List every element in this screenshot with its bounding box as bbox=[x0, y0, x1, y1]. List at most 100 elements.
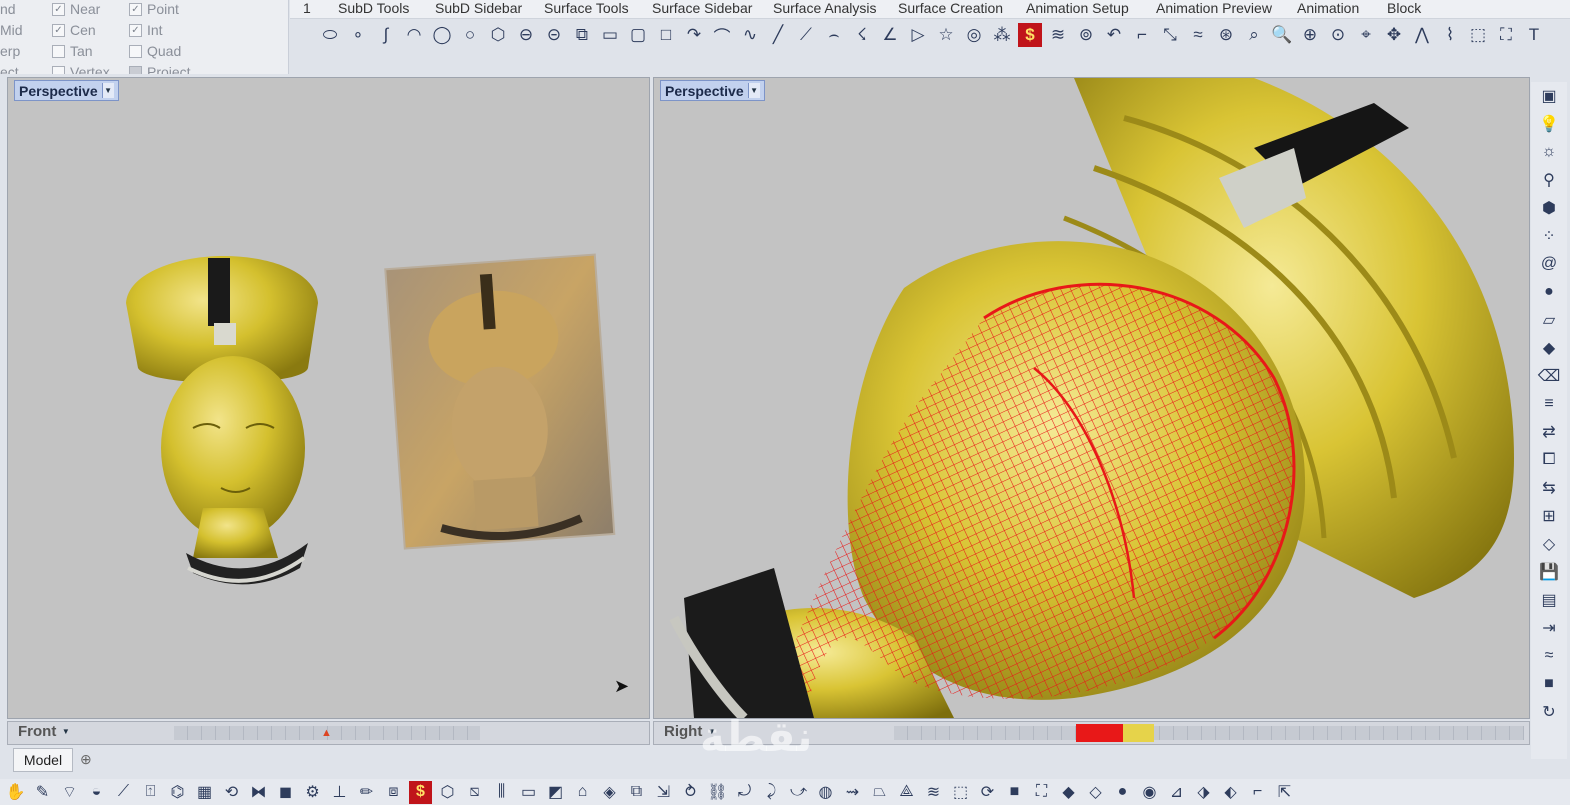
square-blue-icon[interactable]: ◼ bbox=[274, 781, 297, 804]
box-yellow-icon[interactable]: ◆ bbox=[1537, 336, 1561, 359]
checkbox-icon[interactable]: ✓ bbox=[129, 23, 142, 37]
rect-icon[interactable]: ▭ bbox=[517, 781, 540, 804]
twist-icon[interactable]: ⤾ bbox=[733, 781, 756, 804]
offset-icon[interactable]: ⇱ bbox=[1273, 781, 1296, 804]
osnap-tan[interactable]: Tan bbox=[52, 43, 93, 59]
surface-icon[interactable]: ◇ bbox=[1537, 532, 1561, 555]
hatch-icon[interactable]: ≋ bbox=[1046, 23, 1070, 47]
tab-animation[interactable]: Animation bbox=[1297, 0, 1359, 17]
osnap-knot[interactable]: ect bbox=[0, 64, 19, 74]
flow-icon[interactable]: ⇝ bbox=[841, 781, 864, 804]
spiral-icon[interactable]: @ bbox=[1537, 252, 1561, 275]
fillet-icon[interactable]: ⌒ bbox=[710, 23, 734, 47]
zoom-window-icon[interactable]: ⌕ bbox=[1242, 23, 1266, 47]
osnap-point[interactable]: ✓ Point bbox=[129, 1, 179, 17]
hand-icon[interactable]: ✋ bbox=[4, 781, 27, 804]
sphere-blue-icon[interactable]: ◍ bbox=[814, 781, 837, 804]
material-icon[interactable]: ◉ bbox=[1138, 781, 1161, 804]
dollar-icon[interactable]: $ bbox=[1018, 23, 1042, 47]
monitor-icon[interactable]: ▣ bbox=[1537, 84, 1561, 107]
circle-icon[interactable]: ◯ bbox=[430, 23, 454, 47]
osnap-project[interactable]: Project bbox=[129, 64, 191, 74]
arrow-icon[interactable]: ⇆ bbox=[1537, 476, 1561, 499]
wave-icon[interactable]: ≈ bbox=[1537, 644, 1561, 667]
triangle-icon[interactable]: ▷ bbox=[906, 23, 930, 47]
zoom-in-icon[interactable]: 🔍 bbox=[1270, 23, 1294, 47]
rectangle-icon[interactable]: ▭ bbox=[598, 23, 622, 47]
gear-icon[interactable]: ⚙ bbox=[301, 781, 324, 804]
cube-blue-icon[interactable]: ⬡ bbox=[436, 781, 459, 804]
tab-subd-tools[interactable]: SubD Tools bbox=[338, 0, 409, 17]
bulb-icon[interactable]: ⚲ bbox=[1537, 168, 1561, 191]
column-icon[interactable]: ⫼ bbox=[490, 781, 513, 804]
viewport-right[interactable]: Perspective ▼ bbox=[653, 77, 1530, 719]
add-tab-icon[interactable]: ⊕ bbox=[80, 751, 92, 768]
zoom-extents-icon[interactable]: ⊕ bbox=[1298, 23, 1322, 47]
warp-icon[interactable]: ⌬ bbox=[166, 781, 189, 804]
knife-icon[interactable]: ⟋ bbox=[112, 781, 135, 804]
join-icon[interactable]: ⇄ bbox=[1537, 420, 1561, 443]
cup-icon[interactable]: ⌔ bbox=[58, 781, 81, 804]
layer-icon[interactable]: ≡ bbox=[1537, 392, 1561, 415]
draft-icon[interactable]: ⬗ bbox=[1192, 781, 1215, 804]
stack-icon[interactable]: ⧈ bbox=[382, 781, 405, 804]
checkbox-icon[interactable]: ✓ bbox=[129, 2, 142, 16]
checkbox-icon[interactable] bbox=[52, 44, 65, 58]
rotate-icon[interactable]: ↷ bbox=[682, 23, 706, 47]
sphere-icon[interactable]: ● bbox=[1537, 280, 1561, 303]
pen-icon[interactable]: ✎ bbox=[31, 781, 54, 804]
block-icon[interactable]: ■ bbox=[1537, 672, 1561, 695]
tab-animation-setup[interactable]: Animation Setup bbox=[1026, 0, 1129, 17]
layers-icon[interactable]: ⧉ bbox=[625, 781, 648, 804]
timeline-ruler[interactable] bbox=[894, 726, 1524, 740]
zoom-target-icon[interactable]: ⊛ bbox=[1214, 23, 1238, 47]
tab-surface-tools[interactable]: Surface Tools bbox=[544, 0, 629, 17]
cube-yellow-icon[interactable]: ■ bbox=[1003, 781, 1026, 804]
save-as-icon[interactable]: ▤ bbox=[1537, 588, 1561, 611]
color-icon[interactable]: ● bbox=[1111, 781, 1134, 804]
undo-icon[interactable]: ↶ bbox=[1102, 23, 1126, 47]
rectangle-copy-icon[interactable]: ⧉ bbox=[570, 23, 594, 47]
pencil-icon[interactable]: ✏ bbox=[355, 781, 378, 804]
cloud-icon[interactable]: ⁘ bbox=[1537, 224, 1561, 247]
dollar-icon[interactable]: $ bbox=[409, 780, 432, 804]
ellipse-2-icon[interactable]: ⊖ bbox=[514, 23, 538, 47]
smooth-icon[interactable]: ≋ bbox=[922, 781, 945, 804]
swirl-icon[interactable]: ⟲ bbox=[220, 781, 243, 804]
ribbon-icon[interactable]: ⥁ bbox=[679, 781, 702, 804]
tab-block[interactable]: Block bbox=[1387, 0, 1421, 17]
piece-icon[interactable]: ⧓ bbox=[247, 781, 270, 804]
osnap-mid[interactable]: Mid bbox=[0, 22, 23, 38]
curve-2-icon[interactable]: ⌇ bbox=[1438, 23, 1462, 47]
text-icon[interactable]: T bbox=[1522, 23, 1546, 47]
disc-icon[interactable]: ◒ bbox=[85, 781, 108, 804]
cage-icon[interactable]: ⬚ bbox=[949, 781, 972, 804]
osnap-cen[interactable]: ✓ Cen bbox=[52, 22, 96, 38]
plane-icon[interactable]: ▱ bbox=[1537, 308, 1561, 331]
scale-icon[interactable]: ⤡ bbox=[1158, 23, 1182, 47]
select-window-icon[interactable]: ⬚ bbox=[1466, 23, 1490, 47]
osnap-near[interactable]: ✓ Near bbox=[52, 1, 100, 17]
tab-surface-analysis[interactable]: Surface Analysis bbox=[773, 0, 877, 17]
fillet-icon[interactable]: ⌐ bbox=[1246, 781, 1269, 804]
tab-surface-creation[interactable]: Surface Creation bbox=[898, 0, 1003, 17]
wave-icon[interactable]: ≈ bbox=[1186, 23, 1210, 47]
bend-icon[interactable]: ⤸ bbox=[760, 781, 783, 804]
dimension-icon[interactable]: ⊚ bbox=[1074, 23, 1098, 47]
crosshair-icon[interactable]: ⌖ bbox=[1354, 23, 1378, 47]
checkbox-icon[interactable]: ✓ bbox=[52, 2, 65, 16]
ellipse-icon[interactable]: ⬭ bbox=[318, 23, 342, 47]
highlight-curve-icon[interactable]: ☇ bbox=[850, 23, 874, 47]
solid-2-icon[interactable]: ◇ bbox=[1084, 781, 1107, 804]
star-icon[interactable]: ☆ bbox=[934, 23, 958, 47]
square-icon[interactable]: ▢ bbox=[626, 23, 650, 47]
sync-icon[interactable]: ⟳ bbox=[976, 781, 999, 804]
polyline-icon[interactable]: ⟋ bbox=[794, 23, 818, 47]
house-icon[interactable]: ⌂ bbox=[571, 781, 594, 804]
split-icon[interactable]: ◩ bbox=[544, 781, 567, 804]
circle-3pt-icon[interactable]: ○ bbox=[458, 23, 482, 47]
spline-icon[interactable]: ∿ bbox=[738, 23, 762, 47]
window-icon[interactable]: ⧅ bbox=[463, 781, 486, 804]
cube-icon[interactable]: ⬢ bbox=[1537, 196, 1561, 219]
line-icon[interactable]: ╱ bbox=[766, 23, 790, 47]
